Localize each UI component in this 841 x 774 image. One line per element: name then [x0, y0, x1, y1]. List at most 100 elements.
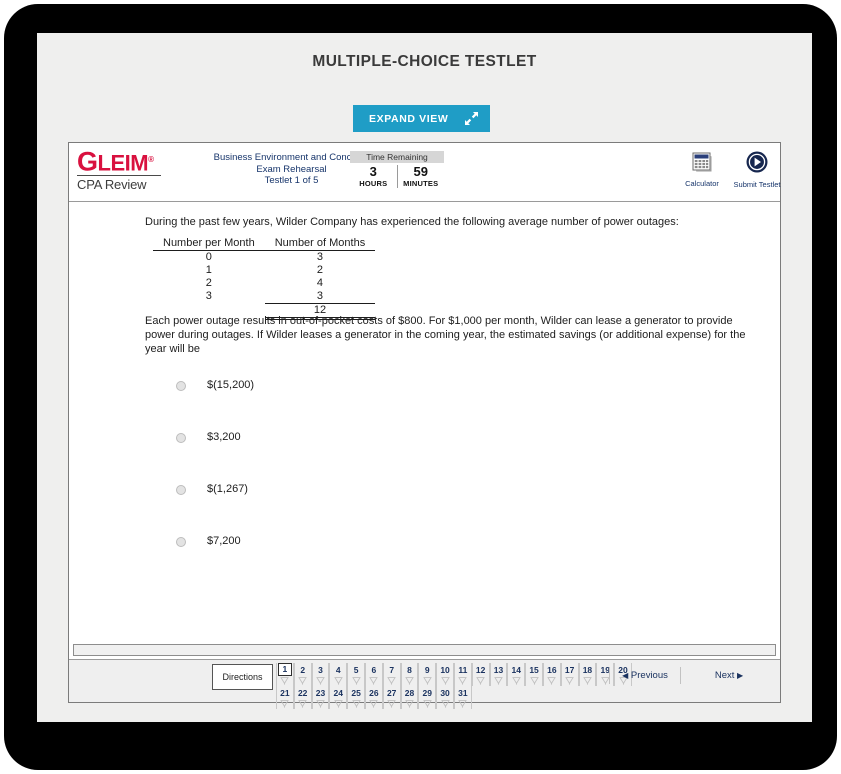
question-number-label: 10	[440, 665, 450, 675]
question-number-label: 21	[280, 688, 290, 698]
flag-outline-icon[interactable]	[473, 676, 489, 686]
question-number-12[interactable]: 12	[471, 663, 490, 686]
flag-outline-icon[interactable]	[313, 699, 329, 709]
radio-button-a[interactable]	[176, 381, 186, 391]
question-number-7[interactable]: 7	[382, 663, 401, 686]
flag-outline-icon[interactable]	[366, 676, 382, 686]
previous-button[interactable]: ◀ Previous	[609, 667, 681, 684]
gleim-subtitle: CPA Review	[77, 177, 147, 193]
question-number-label: 29	[422, 688, 432, 698]
question-number-label: 30	[440, 688, 450, 698]
question-stem: During the past few years, Wilder Compan…	[145, 216, 679, 228]
flag-outline-icon[interactable]	[419, 676, 435, 686]
question-number-21[interactable]: 21	[276, 686, 294, 709]
table-row: 1 2	[153, 264, 375, 277]
answer-choice-d[interactable]: $7,200	[171, 535, 671, 587]
flag-outline-icon[interactable]	[508, 676, 524, 686]
flag-outline-icon[interactable]	[455, 699, 471, 709]
question-number-9[interactable]: 9	[418, 663, 437, 686]
question-number-10[interactable]: 10	[436, 663, 454, 686]
flag-outline-icon[interactable]	[384, 676, 400, 686]
question-number-label: 11	[458, 665, 468, 675]
question-number-15[interactable]: 15	[525, 663, 543, 686]
flag-outline-icon[interactable]	[295, 699, 311, 709]
flag-outline-icon[interactable]	[562, 676, 578, 686]
flag-outline-icon[interactable]	[313, 676, 329, 686]
flag-outline-icon[interactable]	[491, 676, 507, 686]
flag-outline-icon[interactable]	[277, 676, 293, 686]
flag-outline-icon[interactable]	[384, 699, 400, 709]
question-number-13[interactable]: 13	[489, 663, 508, 686]
radio-button-b[interactable]	[176, 433, 186, 443]
question-number-27[interactable]: 27	[382, 686, 401, 709]
question-number-placeholder	[561, 686, 579, 709]
expand-view-button[interactable]: EXPAND VIEW	[353, 105, 490, 132]
question-number-18[interactable]: 18	[578, 663, 597, 686]
flag-outline-icon[interactable]	[348, 676, 364, 686]
question-number-17[interactable]: 17	[560, 663, 579, 686]
diagonal-expand-arrows-icon	[464, 111, 479, 126]
question-number-label: 15	[529, 665, 539, 675]
question-number-30[interactable]: 30	[436, 686, 454, 709]
next-button[interactable]: Next ▶	[698, 667, 760, 684]
question-number-label: 13	[493, 665, 504, 675]
question-number-6[interactable]: 6	[364, 663, 383, 686]
question-number-23[interactable]: 23	[311, 686, 330, 709]
flag-outline-icon[interactable]	[419, 699, 435, 709]
flag-outline-icon[interactable]	[366, 699, 382, 709]
question-number-grid: 1 2 3 4 5 6 7 8 9 10 11 12 13 14 15 16 17 18 19 20 21 22 23 24…	[276, 663, 632, 709]
question-number-label: 17	[564, 665, 575, 675]
question-number-label: 2	[300, 665, 306, 675]
question-number-label: 3	[318, 665, 323, 675]
submit-testlet-button[interactable]: Submit Testlet	[729, 150, 785, 189]
directions-button[interactable]: Directions	[212, 664, 273, 690]
question-number-11[interactable]: 11	[453, 663, 472, 686]
question-number-placeholder	[525, 686, 543, 709]
flag-outline-icon[interactable]	[544, 676, 560, 686]
exam-window: GLEIM® CPA Review Business Environment a…	[68, 142, 781, 709]
flag-outline-icon[interactable]	[402, 699, 418, 709]
question-number-31[interactable]: 31	[453, 686, 472, 709]
timer-hours-value: 3	[369, 164, 377, 179]
arrow-circle-right-icon	[745, 151, 769, 178]
question-number-label: 1	[278, 663, 292, 676]
question-number-28[interactable]: 28	[400, 686, 419, 709]
flag-outline-icon[interactable]	[437, 699, 453, 709]
question-number-3[interactable]: 3	[311, 663, 330, 686]
calculator-button[interactable]: Calculator	[676, 151, 728, 188]
flag-outline-icon[interactable]	[580, 676, 596, 686]
flag-outline-icon[interactable]	[330, 699, 346, 709]
question-number-26[interactable]: 26	[364, 686, 383, 709]
question-number-22[interactable]: 22	[293, 686, 312, 709]
answer-choice-b[interactable]: $3,200	[171, 431, 671, 483]
calculator-icon	[691, 152, 713, 177]
flag-outline-icon[interactable]	[348, 699, 364, 709]
flag-outline-icon[interactable]	[330, 676, 346, 686]
answer-choice-a[interactable]: $(15,200)	[171, 379, 671, 431]
flag-outline-icon[interactable]	[526, 676, 542, 686]
question-number-4[interactable]: 4	[329, 663, 348, 686]
flag-outline-icon[interactable]	[295, 676, 311, 686]
flag-outline-icon[interactable]	[455, 676, 471, 686]
answer-choice-c[interactable]: $(1,267)	[171, 483, 671, 535]
flag-outline-icon[interactable]	[402, 676, 418, 686]
previous-label: Previous	[630, 670, 668, 681]
question-number-8[interactable]: 8	[400, 663, 419, 686]
question-number-2[interactable]: 2	[293, 663, 312, 686]
cell-outages: 2	[205, 277, 212, 289]
question-number-label: 6	[371, 665, 377, 675]
radio-button-c[interactable]	[176, 485, 186, 495]
question-number-29[interactable]: 29	[418, 686, 437, 709]
flag-outline-icon[interactable]	[437, 676, 453, 686]
question-number-24[interactable]: 24	[329, 686, 348, 709]
question-number-5[interactable]: 5	[347, 663, 365, 686]
question-number-14[interactable]: 14	[507, 663, 526, 686]
horizontal-scrollbar[interactable]	[73, 644, 776, 656]
radio-button-d[interactable]	[176, 537, 186, 547]
question-number-16[interactable]: 16	[542, 663, 561, 686]
column-header-number-per-month: Number per Month	[153, 236, 265, 251]
flag-outline-icon[interactable]	[277, 699, 293, 709]
question-number-25[interactable]: 25	[347, 686, 365, 709]
timer-minutes: 59 MINUTES	[396, 165, 445, 188]
question-number-1[interactable]: 1	[276, 663, 294, 686]
